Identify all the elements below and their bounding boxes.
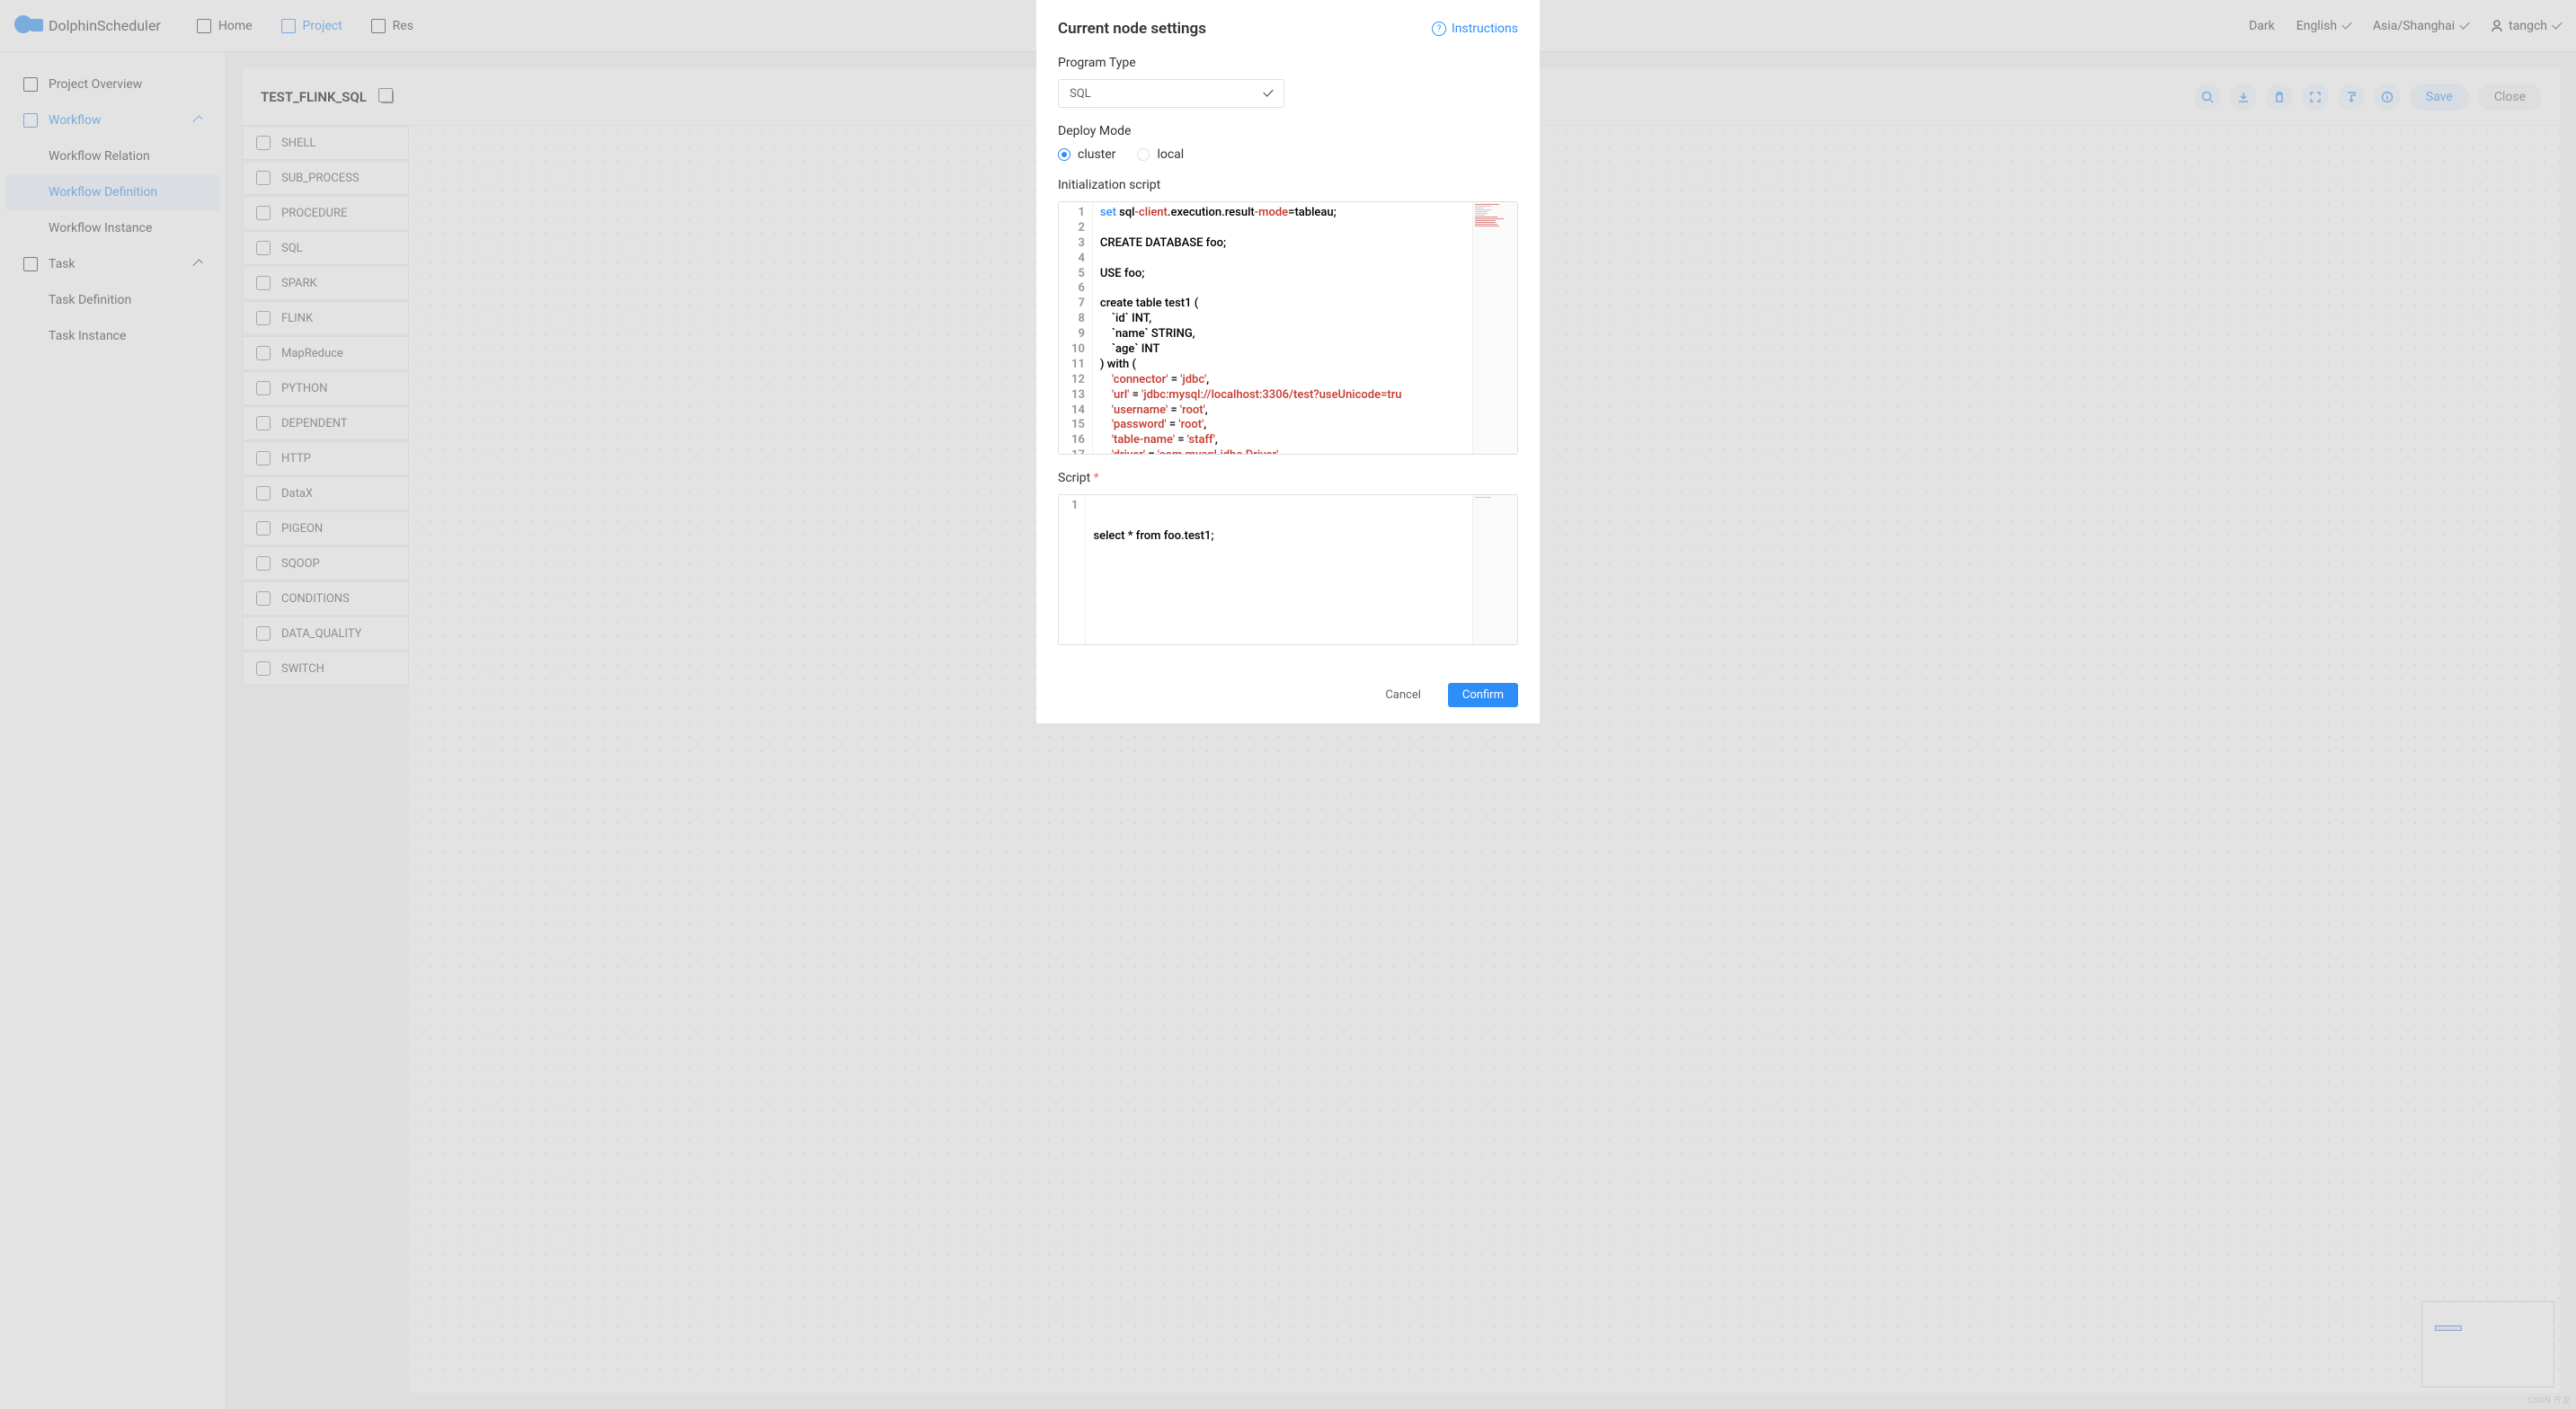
radio-icon bbox=[1058, 148, 1070, 161]
code-gutter: 1 bbox=[1059, 495, 1086, 644]
code-gutter: 1234567891011121314151617 bbox=[1059, 202, 1093, 454]
program-type-label: Program Type bbox=[1058, 56, 1518, 70]
program-type-select[interactable]: SQL bbox=[1058, 79, 1284, 108]
program-type-group: Program Type SQL bbox=[1058, 56, 1518, 108]
chevron-down-icon bbox=[1263, 86, 1273, 96]
deploy-mode-radios: cluster local bbox=[1058, 147, 1518, 162]
modal-body: Program Type SQL Deploy Mode cluster loc… bbox=[1036, 47, 1540, 670]
init-script-label: Initialization script bbox=[1058, 178, 1518, 192]
script-editor[interactable]: 1 select * from foo.test1; bbox=[1058, 494, 1518, 645]
question-icon: ? bbox=[1432, 22, 1446, 36]
code-content[interactable]: set sql-client.execution.result-mode=tab… bbox=[1093, 202, 1472, 454]
deploy-mode-cluster[interactable]: cluster bbox=[1058, 147, 1115, 162]
deploy-mode-local[interactable]: local bbox=[1137, 147, 1184, 162]
code-content[interactable]: select * from foo.test1; bbox=[1086, 495, 1472, 644]
script-group: Script * 1 select * from foo.test1; bbox=[1058, 471, 1518, 645]
init-script-editor[interactable]: 1234567891011121314151617 set sql-client… bbox=[1058, 201, 1518, 455]
code-minimap[interactable] bbox=[1472, 495, 1517, 644]
modal-title: Current node settings bbox=[1058, 20, 1206, 38]
modal-footer: Cancel Confirm bbox=[1036, 670, 1540, 723]
cancel-button[interactable]: Cancel bbox=[1371, 683, 1435, 707]
init-script-group: Initialization script 123456789101112131… bbox=[1058, 178, 1518, 455]
deploy-mode-group: Deploy Mode cluster local bbox=[1058, 124, 1518, 162]
modal-header: Current node settings ? Instructions bbox=[1036, 0, 1540, 47]
code-minimap[interactable] bbox=[1472, 202, 1517, 454]
deploy-mode-label: Deploy Mode bbox=[1058, 124, 1518, 138]
node-settings-modal: Current node settings ? Instructions Pro… bbox=[1036, 0, 1540, 723]
radio-icon bbox=[1137, 148, 1150, 161]
confirm-button[interactable]: Confirm bbox=[1448, 683, 1518, 707]
instructions-link[interactable]: ? Instructions bbox=[1432, 22, 1518, 36]
script-label: Script * bbox=[1058, 471, 1518, 485]
